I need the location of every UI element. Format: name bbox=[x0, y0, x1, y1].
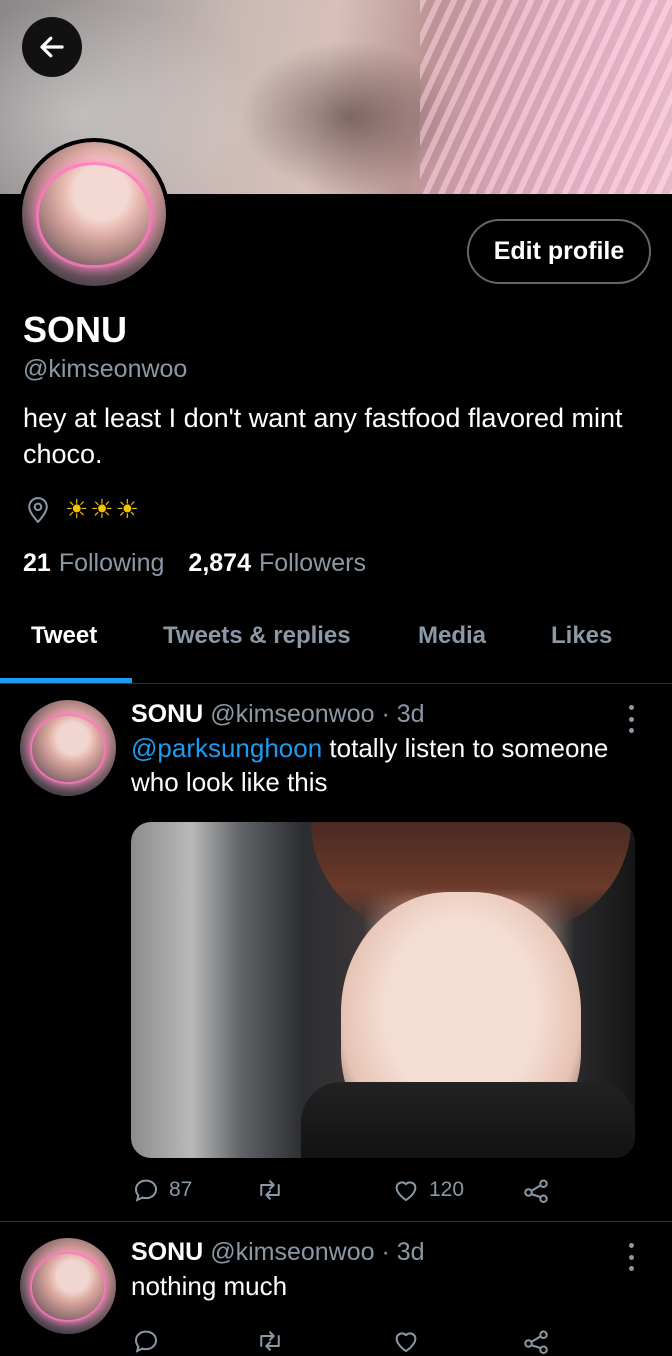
tweet-author-handle: @kimseonwoo bbox=[210, 1238, 375, 1266]
back-arrow-icon bbox=[40, 36, 64, 58]
profile-name: SONU bbox=[23, 309, 128, 350]
like-button[interactable]: 120 bbox=[391, 1175, 464, 1205]
heart-decoration bbox=[36, 162, 152, 268]
profile-handle: @kimseonwoo bbox=[23, 355, 188, 383]
profile-location: ☀☀☀ bbox=[23, 494, 141, 525]
tweet-header: SONU @kimseonwoo · 3d bbox=[131, 1238, 425, 1267]
tweet-avatar[interactable] bbox=[20, 1238, 116, 1334]
followers-link[interactable]: 2,874 Followers bbox=[188, 549, 366, 578]
reply-button[interactable]: 87 bbox=[131, 1175, 192, 1205]
like-icon bbox=[395, 1332, 417, 1352]
tweet-actions: 87 120 bbox=[131, 1175, 561, 1205]
location-text: ☀☀☀ bbox=[65, 494, 141, 524]
tab-media[interactable]: Media bbox=[418, 622, 486, 650]
tweet-actions bbox=[131, 1326, 561, 1356]
tweet-time: · 3d bbox=[381, 1238, 425, 1266]
tweet-mention[interactable]: @parksunghoon bbox=[131, 733, 322, 763]
retweet-icon bbox=[260, 1180, 280, 1200]
photo-jacket bbox=[301, 1082, 635, 1158]
follow-stats: 21 Following 2,874 Followers bbox=[23, 549, 366, 578]
tab-tweets-replies[interactable]: Tweets & replies bbox=[163, 622, 351, 650]
retweet-button[interactable] bbox=[255, 1326, 285, 1356]
tweet-more-button[interactable] bbox=[621, 1243, 641, 1271]
back-button[interactable] bbox=[22, 17, 82, 77]
tweet-author-name[interactable]: SONU bbox=[131, 700, 203, 728]
retweet-icon bbox=[260, 1331, 280, 1351]
divider bbox=[0, 1221, 672, 1222]
tweet-media-image[interactable] bbox=[131, 822, 635, 1158]
like-button[interactable] bbox=[391, 1326, 421, 1356]
tab-likes[interactable]: Likes bbox=[551, 622, 612, 650]
like-icon bbox=[395, 1181, 417, 1201]
heart-decoration bbox=[30, 1252, 106, 1322]
profile-bio: hey at least I don't want any fastfood f… bbox=[23, 403, 623, 469]
location-pin-icon bbox=[28, 496, 48, 523]
reply-icon bbox=[134, 1330, 158, 1353]
tab-tweet[interactable]: Tweet bbox=[31, 622, 97, 650]
heart-decoration bbox=[30, 714, 106, 784]
banner-hair bbox=[420, 0, 672, 194]
share-icon bbox=[524, 1330, 548, 1354]
tweet-time: · 3d bbox=[381, 700, 425, 728]
following-link[interactable]: 21 Following bbox=[23, 549, 164, 578]
divider bbox=[0, 683, 672, 684]
share-button[interactable] bbox=[521, 1175, 551, 1205]
tweet-more-button[interactable] bbox=[621, 705, 641, 733]
share-button[interactable] bbox=[521, 1326, 551, 1356]
retweet-button[interactable] bbox=[255, 1175, 285, 1205]
tweet-header: SONU @kimseonwoo · 3d bbox=[131, 700, 425, 729]
reply-icon bbox=[134, 1179, 158, 1202]
edit-profile-button[interactable]: Edit profile bbox=[467, 219, 651, 284]
tweet-text: nothing much bbox=[131, 1271, 288, 1301]
reply-count: 87 bbox=[169, 1178, 193, 1201]
profile-avatar[interactable] bbox=[18, 138, 170, 290]
tweet-author-handle: @kimseonwoo bbox=[210, 700, 375, 728]
tweet-avatar[interactable] bbox=[20, 700, 116, 796]
tweet-author-name[interactable]: SONU bbox=[131, 1238, 203, 1266]
tweet-text: @parksunghoon totally listen to someone … bbox=[131, 731, 641, 799]
reply-button[interactable] bbox=[131, 1326, 161, 1356]
share-icon bbox=[524, 1179, 548, 1203]
profile-tabs: Tweet Tweets & replies Media Likes bbox=[0, 604, 672, 684]
like-count: 120 bbox=[429, 1178, 465, 1201]
